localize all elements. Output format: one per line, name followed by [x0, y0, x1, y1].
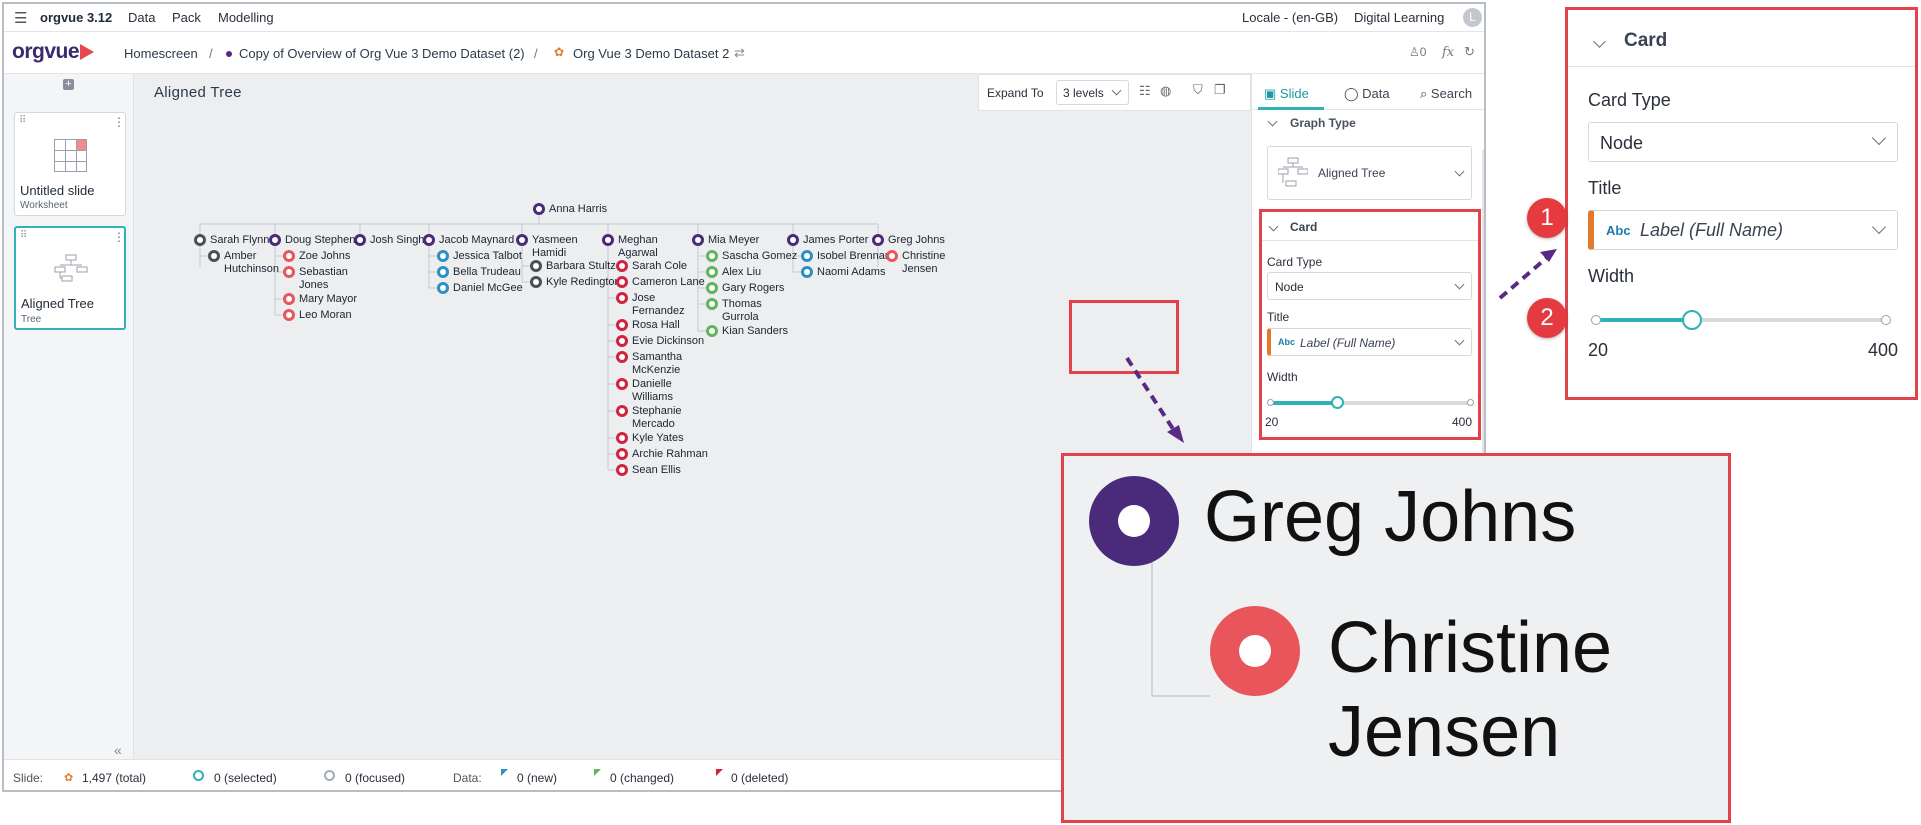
zoom-child-node-label: Christine Jensen [1328, 608, 1613, 772]
zoom-width-min-label: 20 [1588, 340, 1609, 360]
zoom-width-max-label: 400 [1868, 340, 1899, 360]
chevron-down-icon [1593, 35, 1606, 48]
zoom-width-label: Width [1588, 266, 1635, 286]
annotation-arrow-to-zoom-node [1125, 356, 1177, 434]
chevron-down-icon [1871, 130, 1887, 146]
callout-badge-2: 2 [1527, 298, 1567, 338]
zoom-card-type-label: Card Type [1588, 90, 1671, 110]
zoom-width-slider-handle [1681, 310, 1702, 330]
zoom-parent-node-icon [1089, 476, 1179, 566]
chevron-down-icon [1871, 219, 1887, 235]
zoom-title-value: Label (Full Name) [1640, 220, 1784, 240]
zoom-card-header: Card [1624, 30, 1668, 51]
annotation-arrow-to-zoom-card [1498, 253, 1552, 300]
zoom-card-type-value: Node [1600, 133, 1644, 153]
zoom-child-node-icon [1210, 606, 1300, 696]
zoom-width-slider-max-cap [1881, 315, 1891, 325]
zoom-card-settings: Card Card Type Node Title Abc Label (Ful… [1565, 7, 1918, 400]
zoom-parent-node-label: Greg Johns [1204, 477, 1577, 557]
divider [1568, 66, 1915, 67]
zoom-text-type-icon: Abc [1606, 223, 1631, 238]
arrowhead-icon [1540, 249, 1557, 262]
zoom-node-card: Greg Johns Christine Jensen [1061, 453, 1731, 823]
arrowhead-icon [1167, 425, 1184, 443]
zoom-title-label: Title [1588, 178, 1622, 198]
callout-badge-1: 1 [1527, 198, 1567, 238]
zoom-card-type-dropdown: Node [1588, 122, 1898, 162]
zoom-title-dropdown: Abc Label (Full Name) [1588, 210, 1898, 250]
zoom-width-slider-min-cap [1591, 315, 1601, 325]
zoom-width-slider-fill [1596, 318, 1692, 322]
